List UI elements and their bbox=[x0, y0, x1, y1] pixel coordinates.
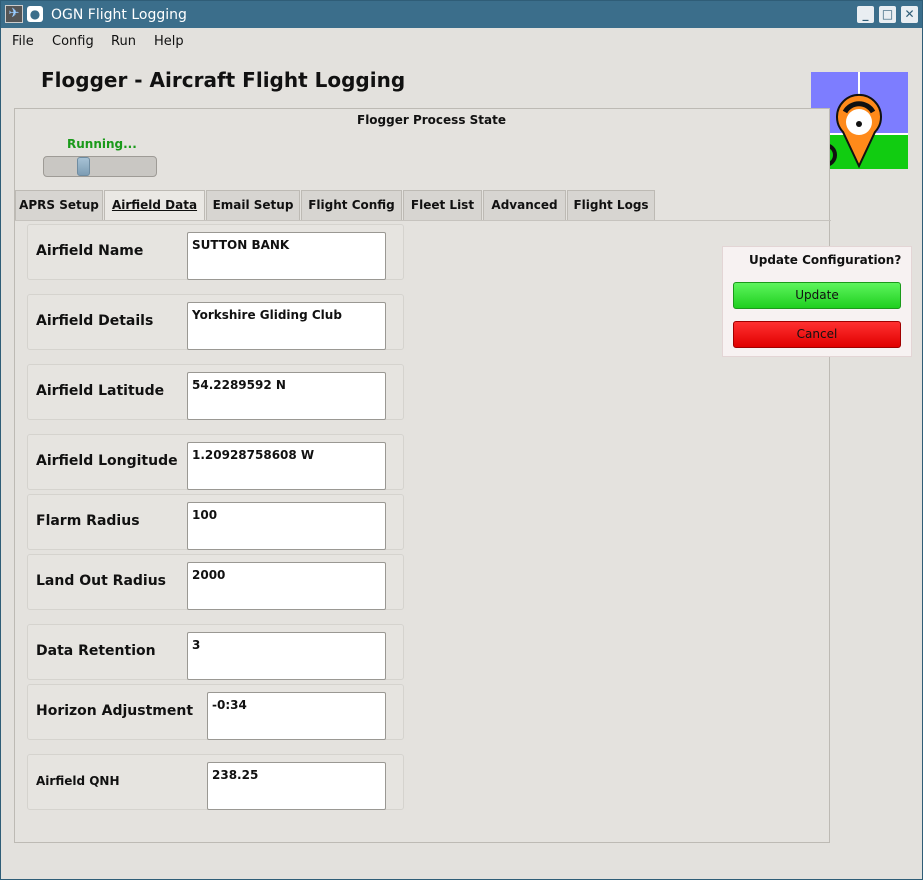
app-icon: ✈ bbox=[5, 5, 23, 23]
land-out-radius-label: Land Out Radius bbox=[36, 573, 167, 589]
horizon-adjustment-input[interactable]: -0:34 bbox=[207, 692, 386, 740]
window-menu-icon[interactable]: ● bbox=[27, 6, 43, 22]
page-title: Flogger - Aircraft Flight Logging bbox=[41, 68, 406, 92]
flarm-radius-input[interactable]: 100 bbox=[187, 502, 386, 550]
data-retention-label: Data Retention bbox=[36, 643, 156, 659]
tab-flight-logs[interactable]: Flight Logs bbox=[567, 190, 655, 220]
land-out-radius-input[interactable]: 2000 bbox=[187, 562, 386, 610]
airfield-details-row: Airfield Details Yorkshire Gliding Club bbox=[27, 294, 404, 350]
airfield-longitude-row: Airfield Longitude 1.20928758608 W bbox=[27, 434, 404, 490]
airfield-name-label: Airfield Name bbox=[36, 243, 144, 259]
menu-help[interactable]: Help bbox=[154, 34, 184, 49]
maximize-icon[interactable]: □ bbox=[879, 6, 896, 23]
tab-flight-config[interactable]: Flight Config bbox=[301, 190, 402, 220]
update-config-title: Update Configuration? bbox=[749, 253, 902, 267]
menu-config[interactable]: Config bbox=[52, 34, 94, 49]
land-out-radius-row: Land Out Radius 2000 bbox=[27, 554, 404, 610]
cancel-button[interactable]: Cancel bbox=[733, 321, 901, 348]
process-slider-handle[interactable] bbox=[77, 157, 90, 176]
process-slider[interactable] bbox=[43, 156, 157, 177]
airfield-name-input[interactable]: SUTTON BANK bbox=[187, 232, 386, 280]
airfield-qnh-input[interactable]: 238.25 bbox=[207, 762, 386, 810]
process-frame-title: Flogger Process State bbox=[357, 113, 506, 127]
horizon-adjustment-label: Horizon Adjustment bbox=[36, 703, 194, 719]
flarm-radius-row: Flarm Radius 100 bbox=[27, 494, 404, 550]
menu-run[interactable]: Run bbox=[111, 34, 136, 49]
airfield-qnh-label: Airfield QNH bbox=[36, 774, 120, 788]
airfield-details-input[interactable]: Yorkshire Gliding Club bbox=[187, 302, 386, 350]
data-retention-input[interactable]: 3 bbox=[187, 632, 386, 680]
data-retention-row: Data Retention 3 bbox=[27, 624, 404, 680]
title-bar: ✈ ● OGN Flight Logging _ □ ✕ bbox=[1, 1, 922, 28]
tab-airfield-data[interactable]: Airfield Data bbox=[104, 190, 205, 221]
airfield-longitude-input[interactable]: 1.20928758608 W bbox=[187, 442, 386, 490]
window-title: OGN Flight Logging bbox=[51, 7, 187, 23]
airfield-name-row: Airfield Name SUTTON BANK bbox=[27, 224, 404, 280]
update-button[interactable]: Update bbox=[733, 282, 901, 309]
app-window: ✈ ● OGN Flight Logging _ □ ✕ File Config… bbox=[0, 0, 923, 880]
menu-bar: File Config Run Help bbox=[1, 28, 922, 56]
minimize-icon[interactable]: _ bbox=[857, 6, 874, 23]
horizon-adjustment-row: Horizon Adjustment -0:34 bbox=[27, 684, 404, 740]
tab-fleet-list[interactable]: Fleet List bbox=[403, 190, 482, 220]
process-status: Running... bbox=[67, 137, 137, 151]
airfield-latitude-row: Airfield Latitude 54.2289592 N bbox=[27, 364, 404, 420]
tab-divider bbox=[15, 220, 831, 221]
tab-email-setup[interactable]: Email Setup bbox=[206, 190, 300, 220]
menu-file[interactable]: File bbox=[12, 34, 34, 49]
airfield-longitude-label: Airfield Longitude bbox=[36, 453, 178, 469]
airfield-latitude-input[interactable]: 54.2289592 N bbox=[187, 372, 386, 420]
airfield-qnh-row: Airfield QNH 238.25 bbox=[27, 754, 404, 810]
tab-aprs-setup[interactable]: APRS Setup bbox=[15, 190, 103, 220]
tab-advanced[interactable]: Advanced bbox=[483, 190, 566, 220]
airfield-latitude-label: Airfield Latitude bbox=[36, 383, 165, 399]
airfield-details-label: Airfield Details bbox=[36, 313, 154, 329]
close-icon[interactable]: ✕ bbox=[901, 6, 918, 23]
flarm-radius-label: Flarm Radius bbox=[36, 513, 140, 529]
